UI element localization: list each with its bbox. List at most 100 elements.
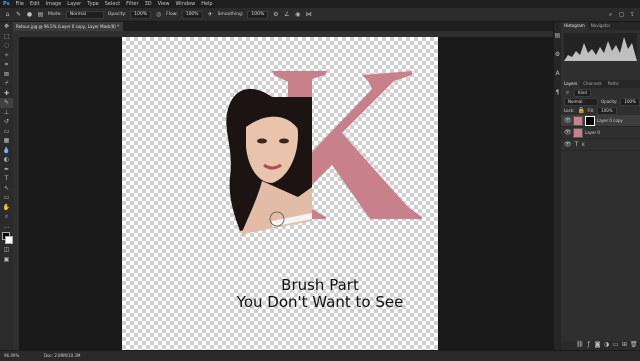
pressure-opacity-icon[interactable]: ◎ (155, 11, 162, 18)
document-tab[interactable]: Retouc.jpg @ 96.5% (Layer 0 copy, Layer … (13, 22, 123, 31)
status-bar: 96.49% Doc: 2.89M/10.3M (0, 350, 640, 361)
opacity-field[interactable]: 100% (130, 10, 152, 19)
home-icon[interactable]: ⌂ (4, 11, 11, 18)
menu-select[interactable]: Select (102, 1, 123, 7)
workspace-icon[interactable]: ▢ (618, 11, 625, 18)
history-brush-tool-icon[interactable]: ↺ (0, 117, 13, 127)
brush-settings-icon[interactable]: ▤ (37, 11, 44, 18)
pen-tool-icon[interactable]: ✒ (0, 165, 13, 175)
kind-filter-select[interactable]: Kind (574, 88, 591, 97)
lock-icon[interactable]: 🔒 (577, 107, 584, 114)
menu-bar: Ps File Edit Image Layer Type Select Fil… (0, 0, 640, 8)
tab-histogram[interactable]: Histogram (561, 22, 588, 30)
move-tool-icon[interactable]: ✥ (0, 22, 13, 32)
zoom-tool-icon[interactable]: ⌕ (0, 212, 13, 222)
caption-line-2: You Don't Want to See (236, 293, 404, 311)
blur-tool-icon[interactable]: 💧 (0, 146, 13, 156)
layer-opacity-field[interactable]: 100% (620, 97, 640, 106)
menu-layer[interactable]: Layer (64, 1, 84, 7)
layer-name[interactable]: Layer 0 (585, 130, 600, 135)
menu-3d[interactable]: 3D (142, 1, 155, 7)
flow-field[interactable]: 100% (181, 10, 203, 19)
caption-line-1: Brush Part (281, 276, 359, 294)
hand-tool-icon[interactable]: ✋ (0, 203, 13, 213)
gear-icon[interactable]: ⚙ (272, 11, 279, 18)
tab-paths[interactable]: Paths (605, 80, 622, 88)
menu-window[interactable]: Window (172, 1, 198, 7)
brush-tool-icon[interactable]: ✎ (0, 98, 13, 108)
menu-help[interactable]: Help (198, 1, 215, 7)
fx-icon[interactable]: ƒ (585, 341, 592, 348)
more-tools-icon[interactable]: … (0, 222, 13, 232)
type-tool-icon[interactable]: T (0, 174, 13, 184)
layer-thumbnail (573, 115, 583, 126)
layer-mask-thumbnail[interactable] (585, 115, 595, 126)
path-selection-tool-icon[interactable]: ↖ (0, 184, 13, 194)
trash-icon[interactable]: 🗑 (630, 341, 638, 348)
dodge-tool-icon[interactable]: ◐ (0, 155, 13, 165)
crop-tool-icon[interactable]: ⌗ (0, 60, 13, 70)
airbrush-icon[interactable]: ✈ (207, 11, 214, 18)
layer-row[interactable]: 👁 T K (561, 139, 640, 151)
search-icon: ⌕ (565, 89, 570, 96)
eye-icon[interactable]: 👁 (564, 129, 572, 136)
folder-icon[interactable]: ▭ (612, 341, 619, 348)
brush-preset-icon[interactable]: ● (26, 11, 33, 18)
caption-overlay: Brush Part You Don't Want to See (200, 277, 440, 311)
eye-icon[interactable]: 👁 (564, 117, 572, 124)
healing-brush-tool-icon[interactable]: ✚ (0, 89, 13, 99)
menu-edit[interactable]: Edit (27, 1, 43, 7)
character-panel-icon[interactable]: A (554, 70, 561, 77)
layer-row[interactable]: 👁 Layer 0 (561, 127, 640, 139)
lock-row: Lock: 🔒 Fill: 100% (561, 106, 640, 115)
brush-tool-icon[interactable]: ✎ (15, 11, 22, 18)
marquee-tool-icon[interactable]: ⬚ (0, 32, 13, 42)
fill-label: Fill: (587, 108, 595, 113)
menu-file[interactable]: File (13, 1, 27, 7)
lock-label: Lock: (564, 108, 575, 113)
clone-stamp-tool-icon[interactable]: ⊥ (0, 108, 13, 118)
eye-icon[interactable]: 👁 (564, 141, 572, 148)
new-layer-icon[interactable]: ⊞ (621, 341, 628, 348)
color-swatches-icon[interactable] (0, 231, 13, 245)
photoshop-logo-icon[interactable]: Ps (0, 1, 13, 7)
menu-type[interactable]: Type (84, 1, 101, 7)
symmetry-icon[interactable]: ⋈ (305, 11, 312, 18)
layer-name[interactable]: K (582, 142, 585, 147)
options-bar: ⌂ ✎ ● ▤ Mode: Normal Opacity: 100% ◎ Flo… (0, 8, 640, 22)
tab-layers[interactable]: Layers (561, 80, 581, 88)
tab-navigator[interactable]: Navigator (588, 22, 614, 30)
panels-area: Histogram Navigator Layers Channels Path… (561, 22, 640, 350)
tab-channels[interactable]: Channels (580, 80, 605, 88)
gradient-tool-icon[interactable]: ▦ (0, 136, 13, 146)
link-icon[interactable]: ⛓ (576, 341, 584, 348)
history-panel-icon[interactable]: ▤ (554, 32, 561, 39)
menu-filter[interactable]: Filter (123, 1, 141, 7)
histogram-tabs: Histogram Navigator (561, 22, 640, 30)
eraser-tool-icon[interactable]: ▭ (0, 127, 13, 137)
quick-mask-icon[interactable]: ◫ (0, 245, 13, 255)
menu-view[interactable]: View (155, 1, 173, 7)
search-icon[interactable]: ⌕ (607, 11, 614, 18)
quick-select-tool-icon[interactable]: ✧ (0, 51, 13, 61)
lasso-tool-icon[interactable]: ◌ (0, 41, 13, 51)
smoothing-field[interactable]: 100% (247, 10, 269, 19)
angle-icon[interactable]: ∠ (283, 11, 290, 18)
mode-select[interactable]: Normal (65, 10, 104, 19)
histogram-graph (564, 33, 637, 61)
pressure-size-icon[interactable]: ◉ (294, 11, 301, 18)
layer-name[interactable]: Layer 0 copy (597, 118, 623, 123)
frame-tool-icon[interactable]: ⊠ (0, 70, 13, 80)
add-mask-icon[interactable]: ◙ (594, 341, 601, 348)
layer-row[interactable]: 👁 Layer 0 copy (561, 115, 640, 127)
share-icon[interactable]: ⇪ (629, 11, 636, 18)
rectangle-tool-icon[interactable]: ▭ (0, 193, 13, 203)
blend-mode-select[interactable]: Normal (564, 97, 598, 106)
eyedropper-tool-icon[interactable]: ⌿ (0, 79, 13, 89)
adjustment-icon[interactable]: ◑ (603, 341, 610, 348)
screen-mode-icon[interactable]: ▣ (0, 255, 13, 265)
menu-image[interactable]: Image (43, 1, 65, 7)
paragraph-panel-icon[interactable]: ¶ (554, 89, 561, 96)
fill-field[interactable]: 100% (597, 106, 617, 115)
properties-panel-icon[interactable]: ⚙ (554, 51, 561, 58)
